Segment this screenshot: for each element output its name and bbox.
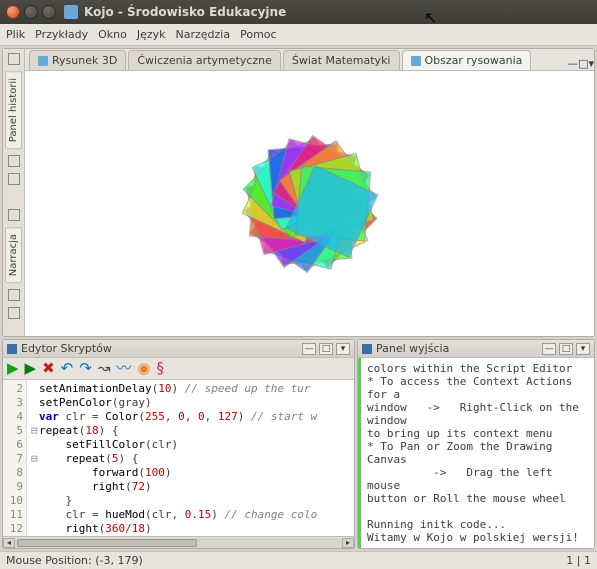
menubar: Plik Przykłady Okno Język Narzędzia Pomo…	[0, 24, 597, 46]
canvas-tabs: Rysunek 3D Ćwiczenia artymetyczne Świat …	[25, 49, 594, 71]
ball-button[interactable]: ◉	[137, 361, 150, 376]
menu-window[interactable]: Okno	[98, 28, 127, 41]
scroll-left-icon[interactable]: ◂	[3, 538, 15, 548]
output-icon	[362, 344, 372, 354]
wave-button[interactable]: 〰	[116, 361, 131, 376]
output-min-icon[interactable]: —	[542, 343, 556, 355]
code-editor[interactable]: 234567891011121314 setAnimationDelay(10)…	[3, 380, 354, 536]
tab-arithmetic[interactable]: Ćwiczenia artymetyczne	[128, 50, 281, 70]
history-icon	[8, 53, 20, 65]
tab-history[interactable]: Panel historii	[5, 71, 22, 149]
drawing-canvas[interactable]	[25, 71, 594, 336]
stop-button[interactable]: ✖	[42, 361, 55, 376]
window-minimize-button[interactable]	[24, 5, 38, 19]
menu-help[interactable]: Pomoc	[240, 28, 276, 41]
cube-icon	[38, 56, 48, 66]
pane-min-icon[interactable]: —	[567, 57, 578, 70]
clear-button[interactable]: ↝	[98, 361, 111, 376]
output-text[interactable]: colors within the Script Editor * To acc…	[358, 358, 594, 548]
editor-pin-icon[interactable]: ▾	[336, 343, 350, 355]
menu-language[interactable]: Język	[137, 28, 166, 41]
tab-narration[interactable]: Narracja	[5, 227, 22, 283]
output-pin-icon[interactable]: ▾	[576, 343, 590, 355]
narration-icon	[8, 209, 20, 221]
output-title: Panel wyjścia	[376, 342, 449, 355]
line-col: 1 | 1	[566, 554, 591, 567]
editor-min-icon[interactable]: —	[302, 343, 316, 355]
window-close-button[interactable]	[6, 5, 20, 19]
left-sidebar: Panel historii Narracja	[3, 49, 25, 336]
window-maximize-button[interactable]	[42, 5, 56, 19]
pane-pin-icon[interactable]: ▾	[588, 57, 594, 70]
editor-h-scrollbar[interactable]: ◂ ▸	[3, 536, 354, 548]
undo-button[interactable]: ↶	[61, 361, 74, 376]
editor-header: Edytor Skryptów — □ ▾	[3, 340, 354, 358]
window-titlebar: Kojo - Środowisko Edukacyjne	[0, 0, 597, 24]
output-header: Panel wyjścia — □ ▾	[358, 340, 594, 358]
scroll-right-icon[interactable]: ▸	[342, 538, 354, 548]
pane-float-icon[interactable]: □	[578, 57, 588, 70]
menu-tools[interactable]: Narzędzia	[176, 28, 231, 41]
code-area[interactable]: setAnimationDelay(10) // speed up the tu…	[27, 380, 354, 536]
tab-3d[interactable]: Rysunek 3D	[29, 50, 126, 70]
trace-button[interactable]: ▶	[25, 361, 37, 376]
tab-drawing-area[interactable]: Obszar rysowania	[402, 50, 532, 70]
editor-icon	[7, 344, 17, 354]
redo-button[interactable]: ↷	[79, 361, 92, 376]
editor-title: Edytor Skryptów	[21, 342, 112, 355]
pin-icon[interactable]	[8, 155, 20, 167]
swirl-button[interactable]: §	[157, 361, 165, 376]
mouse-position: Mouse Position: (-3, 179)	[6, 554, 143, 567]
tab-math-world[interactable]: Świat Matematyki	[283, 50, 400, 70]
window-title: Kojo - Środowisko Edukacyjne	[84, 5, 286, 19]
pin2-icon[interactable]	[8, 289, 20, 301]
statusbar: Mouse Position: (-3, 179) 1 | 1	[0, 551, 597, 569]
editor-float-icon[interactable]: □	[319, 343, 333, 355]
run-button[interactable]: ▶	[7, 361, 19, 376]
page-icon	[411, 56, 421, 66]
dock-icon[interactable]	[8, 173, 20, 185]
menu-file[interactable]: Plik	[6, 28, 25, 41]
output-float-icon[interactable]: □	[559, 343, 573, 355]
dock2-icon[interactable]	[8, 307, 20, 319]
app-icon	[64, 5, 78, 19]
editor-toolbar: ▶ ▶ ✖ ↶ ↷ ↝ 〰 ◉ §	[3, 358, 354, 380]
line-gutter: 234567891011121314	[3, 380, 27, 536]
menu-examples[interactable]: Przykłady	[35, 28, 88, 41]
